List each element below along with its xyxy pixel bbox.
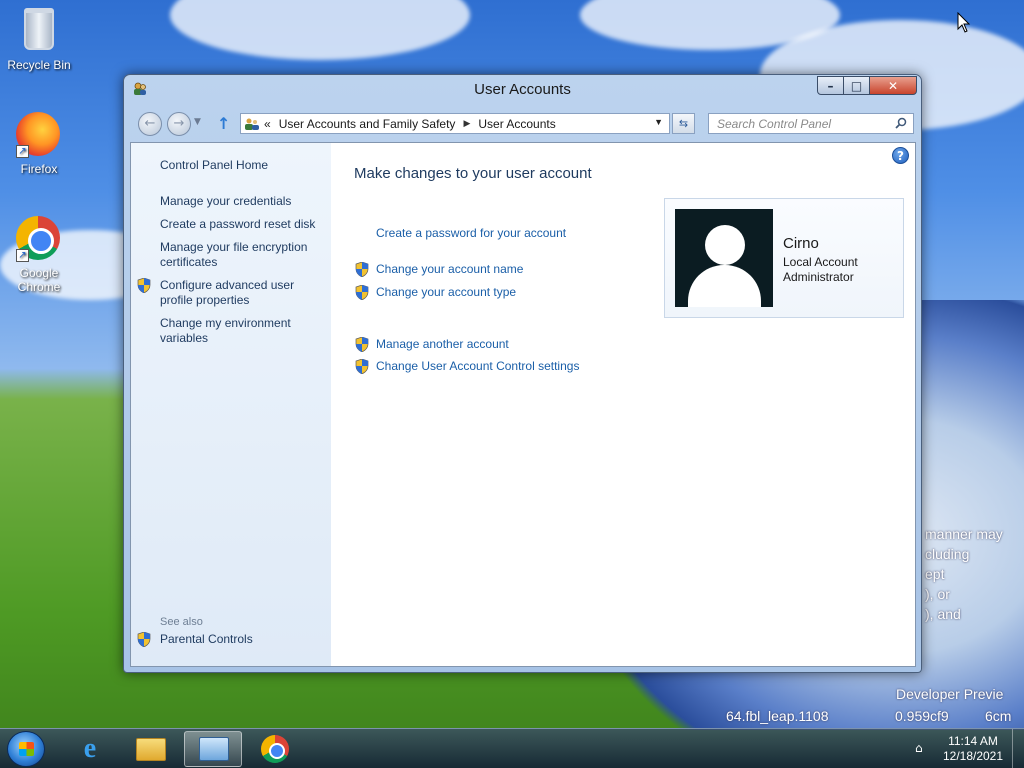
left-navigation-pane: Control Panel Home Manage your credentia…	[131, 143, 331, 666]
start-button[interactable]	[7, 731, 45, 767]
title-bar[interactable]: User Accounts – □ ✕	[124, 75, 921, 105]
wallpaper-watermark: 6cm	[985, 708, 1012, 724]
advanced-profile-properties-link[interactable]: Configure advanced user profile properti…	[160, 278, 325, 308]
chrome-icon	[261, 735, 289, 763]
recycle-bin-icon	[16, 8, 62, 54]
taskbar-internet-explorer[interactable]: e	[61, 731, 119, 767]
password-reset-disk-link[interactable]: Create a password reset disk	[160, 217, 325, 232]
recent-pages-dropdown-icon[interactable]: ▼	[194, 117, 201, 127]
search-placeholder: Search Control Panel	[717, 117, 832, 131]
desktop-icon-label: Firefox	[20, 162, 58, 176]
forward-button[interactable]: →	[167, 112, 191, 136]
window-title: User Accounts	[474, 81, 571, 98]
wallpaper-watermark: ept	[925, 566, 945, 582]
file-explorer-icon	[136, 738, 166, 761]
breadcrumb-user-accounts[interactable]: User Accounts	[478, 117, 555, 131]
page-heading: Make changes to your user account	[354, 165, 592, 182]
wallpaper-watermark: 0.959cf9	[895, 708, 949, 724]
user-avatar-icon[interactable]	[675, 209, 773, 307]
change-account-name-link[interactable]: Change your account name	[376, 262, 523, 276]
desktop-icon-label: Recycle Bin	[7, 58, 71, 72]
breadcrumb-separator-icon[interactable]: ▶	[463, 118, 470, 129]
manage-another-account-link[interactable]: Manage another account	[376, 337, 509, 351]
breadcrumb-user-accounts-family-safety[interactable]: User Accounts and Family Safety	[279, 117, 456, 131]
address-dropdown-icon[interactable]: ▼	[654, 117, 663, 127]
parental-controls-link[interactable]: Parental Controls	[160, 632, 325, 647]
file-encryption-certificates-link[interactable]: Manage your file encryption certificates	[160, 240, 325, 270]
control-panel-home-link[interactable]: Control Panel Home	[160, 158, 325, 173]
uac-shield-icon	[137, 278, 151, 293]
uac-shield-icon	[355, 337, 369, 352]
wallpaper-watermark: ), and	[925, 606, 961, 622]
network-icon[interactable]: ⌂	[915, 741, 931, 755]
search-input[interactable]: Search Control Panel	[708, 113, 914, 134]
account-name: Cirno	[783, 235, 819, 252]
show-desktop-button[interactable]	[1012, 729, 1024, 768]
help-icon[interactable]: ?	[892, 147, 909, 164]
content-area: Control Panel Home Manage your credentia…	[130, 142, 916, 667]
manage-credentials-link[interactable]: Manage your credentials	[160, 194, 325, 209]
chrome-icon: ↗	[16, 216, 62, 262]
uac-settings-link[interactable]: Change User Account Control settings	[376, 359, 579, 373]
breadcrumb-overflow-icon[interactable]: «	[264, 117, 271, 131]
internet-explorer-icon: e	[83, 733, 97, 764]
control-panel-icon	[199, 737, 229, 761]
wallpaper-watermark: manner may	[925, 526, 1003, 542]
address-bar[interactable]: « User Accounts and Family Safety ▶ User…	[240, 113, 670, 134]
wallpaper-cloud	[170, 0, 470, 60]
taskbar: e ⌂ 11:14 AM 12/18/2021	[0, 728, 1024, 768]
shortcut-arrow-icon: ↗	[16, 249, 29, 262]
firefox-icon: ↗	[16, 112, 62, 158]
desktop-icon-recycle-bin[interactable]: Recycle Bin	[2, 8, 76, 72]
search-icon[interactable]	[895, 117, 907, 129]
mouse-cursor-icon	[957, 12, 971, 33]
desktop-icon-label: Google Chrome	[17, 266, 61, 294]
refresh-button[interactable]: ⇆	[672, 113, 695, 134]
system-clock[interactable]: 11:14 AM 12/18/2021	[940, 734, 1006, 764]
minimize-button[interactable]: –	[817, 76, 844, 95]
wallpaper-watermark: cluding	[925, 546, 970, 562]
account-role: Administrator	[783, 270, 854, 284]
desktop-icon-firefox[interactable]: ↗ Firefox	[2, 112, 76, 176]
control-panel-icon	[245, 118, 259, 130]
taskbar-control-panel[interactable]	[184, 731, 242, 767]
account-card: Cirno Local Account Administrator	[664, 198, 904, 318]
clock-date: 12/18/2021	[942, 749, 1004, 763]
account-type: Local Account	[783, 255, 858, 269]
up-arrow-icon[interactable]: ↑	[217, 114, 230, 133]
taskbar-chrome[interactable]	[246, 731, 304, 767]
close-button[interactable]: ✕	[869, 76, 917, 95]
uac-shield-icon	[355, 285, 369, 300]
wallpaper-watermark: Developer Previe	[896, 686, 1004, 702]
desktop-icon-chrome[interactable]: ↗ Google Chrome	[2, 216, 76, 294]
change-account-type-link[interactable]: Change your account type	[376, 285, 516, 299]
uac-shield-icon	[355, 359, 369, 374]
wallpaper-watermark: ), or	[925, 586, 950, 602]
clock-time: 11:14 AM	[948, 734, 998, 748]
taskbar-file-explorer[interactable]	[122, 731, 180, 767]
back-button[interactable]: ←	[138, 112, 162, 136]
wallpaper-watermark: 64.fbl_leap.1108	[726, 708, 829, 724]
uac-shield-icon	[355, 262, 369, 277]
parental-controls-icon	[137, 632, 151, 647]
see-also-label: See also	[160, 616, 203, 628]
navigation-bar: ← → ▼ ↑ « User Accounts and Family Safet…	[124, 108, 921, 138]
maximize-button[interactable]: □	[843, 76, 870, 95]
user-accounts-window: User Accounts – □ ✕ ← → ▼ ↑ « User Accou…	[123, 74, 922, 673]
shortcut-arrow-icon: ↗	[16, 145, 29, 158]
environment-variables-link[interactable]: Change my environment variables	[160, 316, 325, 346]
create-password-link[interactable]: Create a password for your account	[376, 226, 566, 240]
